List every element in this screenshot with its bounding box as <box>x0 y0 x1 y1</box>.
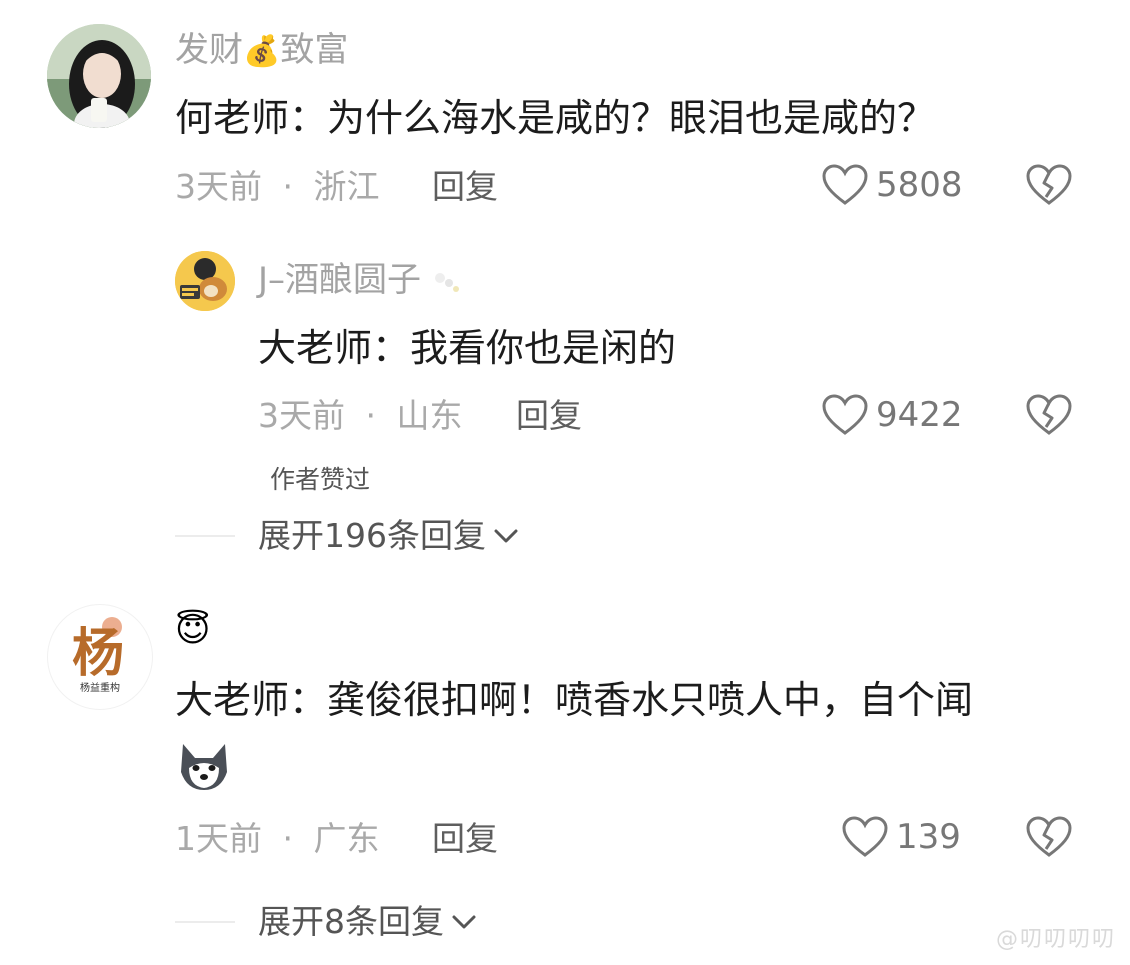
calligraphy-logo-avatar: 杨 杨益重构 <box>72 617 124 694</box>
cat-cartoon-avatar <box>175 251 235 311</box>
comment-time: 3天前 <box>175 167 262 206</box>
expand-replies-button[interactable]: 展开196条回复 <box>258 516 520 556</box>
like-button[interactable]: 5808 <box>822 164 963 206</box>
expand-replies-label: 展开8条回复 <box>258 902 444 941</box>
broken-heart-icon <box>1026 816 1072 857</box>
broken-heart-icon <box>1026 164 1072 205</box>
expand-divider <box>175 921 235 923</box>
reply-button[interactable]: 回复 <box>432 167 498 207</box>
comment-meta: 3天前 · 浙江 <box>175 167 380 207</box>
like-count: 139 <box>896 817 961 857</box>
comment-text: 何老师：为什么海水是咸的？眼泪也是咸的？ <box>175 96 936 140</box>
portrait-photo <box>47 24 151 128</box>
watermark: @叨叨叨叨 <box>995 927 1116 952</box>
dislike-button[interactable] <box>1026 164 1072 210</box>
sparkle-icon <box>434 272 459 292</box>
reply-location: 山东 <box>396 396 463 435</box>
expand-replies-button[interactable]: 展开8条回复 <box>258 902 478 942</box>
reply-username[interactable]: J–酒酿圆子 <box>258 260 462 300</box>
reply-time: 3天前 <box>258 396 345 435</box>
husky-sticker-icon <box>175 738 233 798</box>
comment-location: 广东 <box>313 819 380 858</box>
meta-separator: · <box>282 167 294 206</box>
like-button[interactable]: 9422 <box>822 394 963 436</box>
comment-username[interactable]: 发财💰致富 <box>175 30 348 72</box>
expand-replies-label: 展开196条回复 <box>258 516 486 555</box>
svg-text:杨益重构: 杨益重构 <box>80 681 120 694</box>
reply-meta: 3天前 · 山东 <box>258 396 463 436</box>
halo-face-emoji: 😇 <box>175 610 211 650</box>
comment-location: 浙江 <box>313 167 380 206</box>
reply-button[interactable]: 回复 <box>432 819 498 859</box>
dislike-button[interactable] <box>1026 816 1072 862</box>
broken-heart-icon <box>1026 394 1072 435</box>
expand-divider <box>175 535 235 537</box>
reply-text: 大老师：我看你也是闲的 <box>258 326 677 370</box>
comment-text: 大老师：龚俊很扣啊！喷香水只喷人中，自个闻 <box>175 678 974 722</box>
heart-outline-icon <box>822 394 868 435</box>
heart-outline-icon <box>822 164 868 205</box>
meta-separator: · <box>282 819 294 858</box>
heart-outline-icon <box>842 816 888 857</box>
chevron-down-icon <box>494 529 518 543</box>
comment-time: 1天前 <box>175 819 262 858</box>
svg-text:杨: 杨 <box>72 623 124 684</box>
commenter-avatar[interactable] <box>47 24 151 128</box>
reply-button[interactable]: 回复 <box>516 396 582 436</box>
like-button[interactable]: 139 <box>842 816 961 858</box>
like-count: 9422 <box>876 395 963 435</box>
chevron-down-icon <box>452 915 476 929</box>
author-liked-badge: 作者赞过 <box>270 465 371 494</box>
comment-meta: 1天前 · 广东 <box>175 819 380 859</box>
dislike-button[interactable] <box>1026 394 1072 440</box>
money-bag-icon: 💰 <box>243 34 281 69</box>
reply-avatar[interactable] <box>175 251 235 311</box>
meta-separator: · <box>365 396 377 435</box>
commenter-avatar[interactable]: 杨 杨益重构 <box>47 604 153 710</box>
like-count: 5808 <box>876 165 963 205</box>
